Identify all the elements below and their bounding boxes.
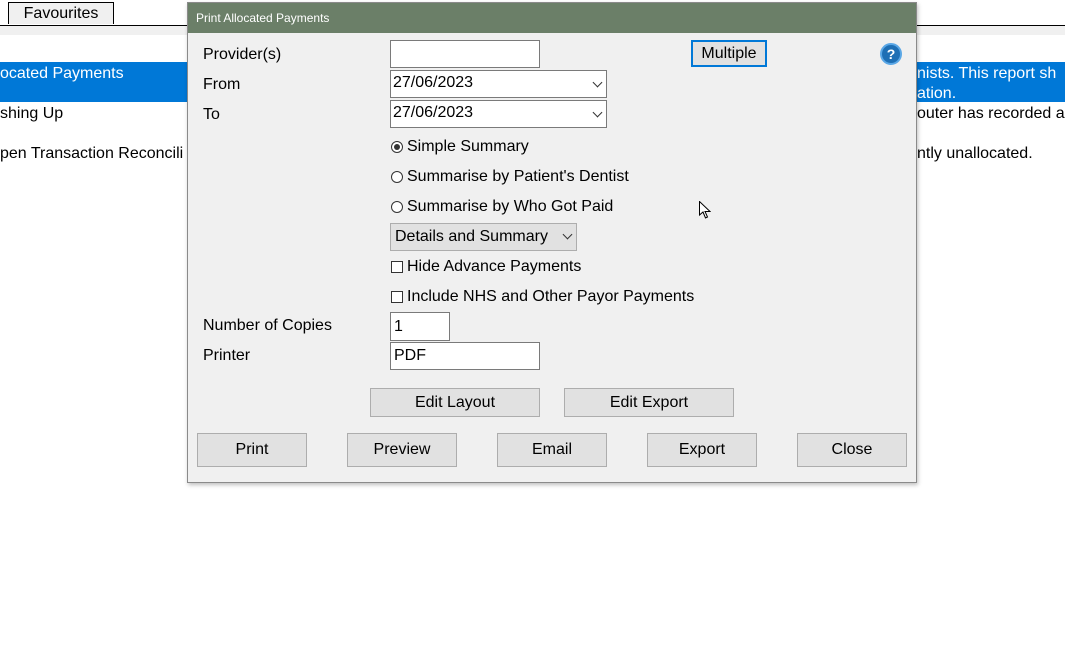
background-row-label[interactable]: shing Up xyxy=(0,104,63,124)
radio-simple-summary[interactable] xyxy=(391,141,403,153)
radio-summarise-by-dentist-label[interactable]: Summarise by Patient's Dentist xyxy=(407,167,629,187)
print-allocated-payments-dialog: Print Allocated Payments Provider(s) Mul… xyxy=(187,2,917,483)
chevron-down-icon[interactable] xyxy=(592,77,603,88)
tab-favourites[interactable]: Favourites xyxy=(8,2,114,24)
to-label: To xyxy=(203,106,220,123)
help-icon[interactable]: ? xyxy=(880,43,902,65)
detail-level-value: Details and Summary xyxy=(395,228,548,245)
radio-simple-summary-label[interactable]: Simple Summary xyxy=(407,137,529,157)
number-of-copies-input[interactable] xyxy=(390,312,450,341)
printer-label: Printer xyxy=(203,347,251,364)
to-date-value: 27/06/2023 xyxy=(393,104,474,121)
chevron-down-icon[interactable] xyxy=(592,107,603,118)
background-row-description: ntly unallocated. xyxy=(917,145,1033,162)
from-date-picker[interactable]: 27/06/2023 xyxy=(390,70,607,98)
background-row-label: ocated Payments xyxy=(0,65,124,82)
background-row-description: outer has recorded a xyxy=(917,105,1065,122)
dialog-title-bar[interactable]: Print Allocated Payments xyxy=(188,3,916,33)
multiple-button[interactable]: Multiple xyxy=(691,40,767,67)
email-button[interactable]: Email xyxy=(497,433,607,467)
radio-summarise-by-who-got-paid-label[interactable]: Summarise by Who Got Paid xyxy=(407,197,613,217)
print-button[interactable]: Print xyxy=(197,433,307,467)
mouse-pointer-icon xyxy=(699,201,711,219)
number-of-copies-label: Number of Copies xyxy=(203,317,332,334)
providers-label: Provider(s) xyxy=(203,46,282,63)
edit-export-button[interactable]: Edit Export xyxy=(564,388,734,417)
radio-summarise-by-dentist[interactable] xyxy=(391,171,403,183)
preview-button[interactable]: Preview xyxy=(347,433,457,467)
radio-summarise-by-who-got-paid[interactable] xyxy=(391,201,403,213)
background-row-description-line2: ation. xyxy=(917,85,957,102)
chevron-down-icon[interactable] xyxy=(562,229,573,240)
background-row-label[interactable]: pen Transaction Reconcili xyxy=(0,144,183,164)
from-date-value: 27/06/2023 xyxy=(393,74,474,91)
from-label: From xyxy=(203,76,241,93)
hide-advance-payments-checkbox[interactable] xyxy=(391,261,403,273)
detail-level-dropdown[interactable]: Details and Summary xyxy=(390,223,577,251)
edit-layout-button[interactable]: Edit Layout xyxy=(370,388,540,417)
to-date-picker[interactable]: 27/06/2023 xyxy=(390,100,607,128)
printer-input[interactable] xyxy=(390,342,540,370)
close-button[interactable]: Close xyxy=(797,433,907,467)
export-button[interactable]: Export xyxy=(647,433,757,467)
include-nhs-payments-label[interactable]: Include NHS and Other Payor Payments xyxy=(407,287,694,307)
hide-advance-payments-label[interactable]: Hide Advance Payments xyxy=(407,257,581,277)
providers-input[interactable] xyxy=(390,40,540,68)
include-nhs-payments-checkbox[interactable] xyxy=(391,291,403,303)
background-row-description: nists. This report sh xyxy=(917,65,1057,82)
